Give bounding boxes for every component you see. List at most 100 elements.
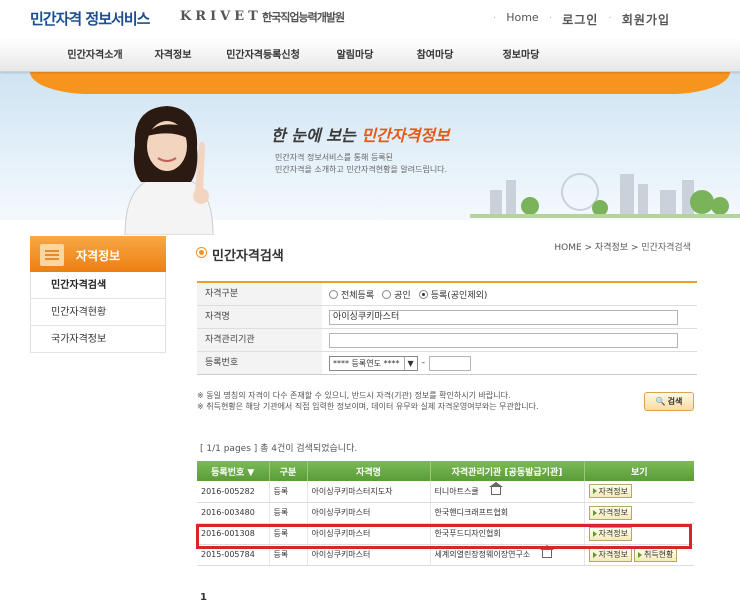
gnb-orange-band [30, 72, 730, 94]
cell-view: 자격정보 [584, 523, 694, 545]
signup-link[interactable]: 회원가입 [622, 11, 670, 28]
cell-name: 아이싱쿠키마스터 [307, 523, 431, 545]
gnb-item-participate[interactable]: 참여마당 [392, 40, 478, 72]
col-type: 구분 [269, 461, 308, 481]
reg-year-select[interactable]: **** 등록연도 **** ▼ [329, 355, 418, 371]
gnb-item-data[interactable]: 정보마당 [478, 40, 564, 72]
top-header: 민간자격 정보서비스 KRIVET 한국직업능력개발원 · Home · 로그인 ·… [0, 0, 740, 40]
visual-intro-text: 민간자격 정보서비스를 통해 등록된 민간자격을 소개하고 민간자격현황을 알려… [275, 153, 448, 174]
global-nav: 민간자격소개 자격정보 민간자격등록신청 알림마당 참여마당 정보마당 [0, 40, 740, 72]
cell-type: 등록 [269, 523, 308, 545]
cell-name: 아이싱쿠키마스터 [307, 502, 431, 524]
home-icon[interactable] [540, 545, 555, 558]
arrow-right-icon [592, 488, 597, 495]
cell-reg-no-text: 2016-005282 [201, 486, 255, 496]
reg-dash: - [421, 358, 425, 368]
breadcrumb-info[interactable]: 자격정보 [595, 243, 628, 253]
cell-name-text[interactable]: 아이싱쿠키마스터 [312, 508, 371, 517]
cell-org-text: 한국푸드디자인협회 [434, 529, 501, 538]
krivet-logo[interactable]: KRIVET [180, 9, 262, 24]
org-input[interactable] [329, 332, 678, 348]
home-link[interactable]: Home [506, 11, 538, 28]
breadcrumb-current: 민간자격검색 [641, 243, 691, 253]
cert-info-button[interactable]: 자격정보 [588, 505, 632, 520]
cell-name-text[interactable]: 아이싱쿠키마스터 [312, 550, 371, 559]
left-nav: 민간자격검색 민간자격현황 국가자격정보 [30, 272, 166, 353]
search-row-type: 자격구분 전체등록 공인 등록(공인제외) [197, 283, 697, 306]
top-utility-links: · Home · 로그인 · 회원가입 [492, 11, 670, 28]
cert-name-input[interactable]: 아이싱쿠키마스터 [329, 309, 678, 325]
col-view: 보기 [584, 461, 694, 481]
search-row-name: 자격명 아이싱쿠키마스터 [197, 306, 697, 329]
search-form: 자격구분 전체등록 공인 등록(공인제외) 자격명 아이싱쿠키마스터 자격관리기… [197, 281, 697, 375]
page-title: 민간자격검색 [197, 245, 284, 264]
cell-org: 한국핸디크래프트협회 [430, 502, 585, 524]
arrow-right-icon [592, 530, 597, 537]
reg-label: 등록번호 [197, 352, 322, 374]
radio-dot [329, 289, 338, 299]
cell-reg-no: 2015-005784 [197, 544, 270, 566]
cell-type-text: 등록 [273, 529, 289, 538]
col-org: 자격관리기관 [공동발급기관] [430, 461, 585, 481]
model-woman-image [124, 106, 214, 235]
arrow-right-icon [592, 551, 597, 558]
lnb-item-search[interactable]: 민간자격검색 [31, 272, 165, 299]
lnb-header: 자격정보 [30, 236, 166, 272]
col-reg-no[interactable]: 등록번호 ▼ [197, 461, 270, 481]
gnb-item-intro[interactable]: 민간자격소개 [52, 40, 138, 72]
org-label: 자격관리기관 [197, 329, 322, 351]
search-button[interactable]: 🔍 검색 [644, 392, 694, 411]
cell-view: 자격정보 [584, 481, 694, 503]
cell-type: 등록 [269, 544, 308, 566]
cell-org-text: 티니아트스쿨 [434, 486, 479, 496]
site-logo[interactable]: 민간자격 정보서비스 [30, 8, 150, 29]
cell-view: 자격정보 [584, 502, 694, 524]
arrow-right-icon [592, 509, 597, 516]
search-notice: ※ 동일 명칭의 자격이 다수 존재할 수 있으니, 반드시 자격(기관) 정보… [197, 391, 539, 411]
cell-name-text[interactable]: 아이싱쿠키마스터지도자 [312, 487, 393, 496]
acquisition-status-button[interactable]: 취득현황 [633, 547, 678, 562]
cert-info-button[interactable]: 자격정보 [588, 526, 632, 541]
cell-org-text: 세계의열린장정웨이장연구소 [434, 550, 531, 559]
pagination[interactable]: 1 [200, 592, 207, 603]
cell-reg-no-text: 2016-003480 [201, 508, 255, 517]
lnb-item-status[interactable]: 민간자격현황 [31, 299, 165, 326]
radio-certified[interactable]: 공인 [382, 288, 411, 301]
search-row-reg: 등록번호 **** 등록연도 **** ▼ - [197, 352, 697, 375]
cell-name: 아이싱쿠키마스터 [307, 544, 431, 566]
cell-org: 세계의열린장정웨이장연구소 [430, 544, 585, 566]
chevron-down-icon: ▼ [403, 356, 414, 370]
cert-info-button[interactable]: 자격정보 [588, 484, 632, 499]
city-illustration [470, 173, 740, 218]
cert-info-button[interactable]: 자격정보 [588, 547, 632, 562]
lnb-item-national[interactable]: 국가자격정보 [31, 326, 165, 353]
cell-view: 자격정보 취득현황 [584, 544, 694, 566]
result-rows: 2016-005282 등록 아이싱쿠키마스터지도자 티니아트스쿨 자격정보 2016-0… [197, 481, 694, 566]
cell-org: 티니아트스쿨 [430, 481, 585, 503]
cell-name: 아이싱쿠키마스터지도자 [307, 481, 431, 503]
reg-number-input[interactable] [428, 355, 471, 371]
cell-type-text: 등록 [273, 550, 289, 559]
search-row-org: 자격관리기관 [197, 329, 697, 352]
result-count: [ 1/1 pages ] 총 4건이 검색되었습니다. [200, 444, 358, 454]
gnb-item-register[interactable]: 민간자격등록신청 [208, 40, 318, 72]
cell-reg-no-text: 2016-001308 [201, 529, 255, 538]
breadcrumb-home[interactable]: HOME [554, 243, 581, 253]
cell-reg-no: 2016-005282 [197, 481, 270, 503]
login-link[interactable]: 로그인 [562, 11, 598, 28]
cell-name-text[interactable]: 아이싱쿠키마스터 [312, 529, 371, 538]
gnb-item-info[interactable]: 자격정보 [138, 40, 208, 72]
visual-slogan: 한 눈에 보는 민간자격정보 [271, 126, 450, 145]
radio-all[interactable]: 전체등록 [329, 288, 374, 301]
type-label: 자격구분 [197, 283, 322, 305]
cell-type-text: 등록 [273, 486, 289, 496]
result-table: 등록번호 ▼ 구분 자격명 자격관리기관 [공동발급기관] 보기 2016-00… [197, 461, 694, 566]
gnb-item-notice[interactable]: 알림마당 [318, 40, 392, 72]
radio-registered[interactable]: 등록(공인제외) [418, 288, 487, 301]
radio-dot [382, 289, 392, 299]
home-icon[interactable] [488, 481, 503, 495]
table-row: 2016-001308 등록 아이싱쿠키마스터 한국푸드디자인협회 자격정보 [197, 523, 694, 545]
org-logo-text: 한국직업능력개발원 [262, 11, 345, 24]
table-row: 2015-005784 등록 아이싱쿠키마스터 세계의열린장정웨이장연구소 자격정보 취득… [197, 544, 694, 566]
cell-reg-no-text: 2015-005784 [201, 550, 255, 559]
